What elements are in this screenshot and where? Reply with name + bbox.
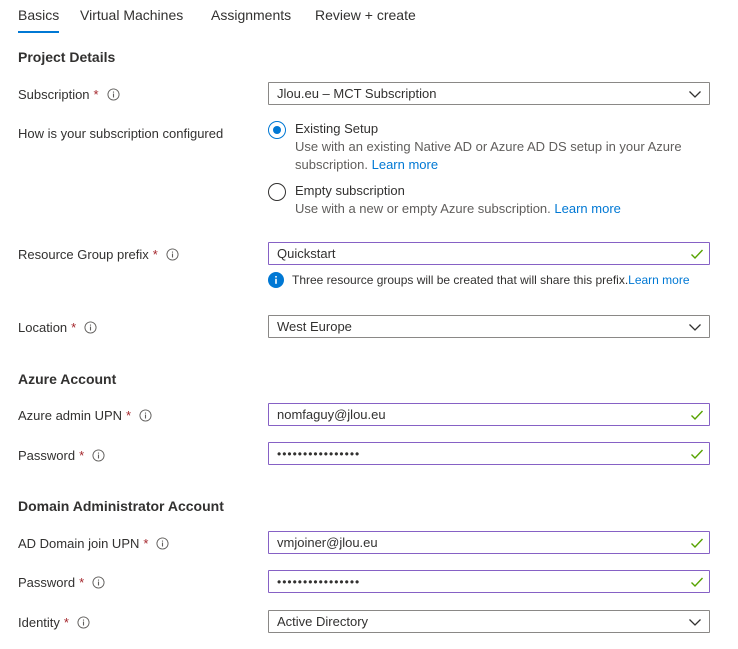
subscription-config-label-text: How is your subscription configured bbox=[18, 125, 224, 141]
subscription-label: Subscription * bbox=[18, 85, 120, 103]
rg-prefix-label-text: Resource Group prefix bbox=[18, 246, 149, 262]
wizard-tabs: Basics Virtual Machines Assignments Revi… bbox=[18, 0, 718, 34]
tab-basics[interactable]: Basics bbox=[18, 7, 60, 33]
radio-empty-desc-text: Use with a new or empty Azure subscripti… bbox=[295, 201, 551, 216]
azure-account-heading: Azure Account bbox=[18, 371, 117, 387]
chevron-down-icon bbox=[689, 618, 701, 626]
ad-domain-join-upn-label-text: AD Domain join UPN bbox=[18, 535, 140, 551]
info-icon[interactable] bbox=[92, 575, 105, 589]
subscription-config-label: How is your subscription configured bbox=[18, 124, 223, 142]
radio-empty-subscription[interactable]: Empty subscription Use with a new or emp… bbox=[268, 182, 695, 218]
tab-virtual-machines[interactable]: Virtual Machines bbox=[80, 7, 183, 23]
radio-empty-description: Use with a new or empty Azure subscripti… bbox=[295, 200, 695, 218]
radio-existing-setup[interactable]: Existing Setup Use with an existing Nati… bbox=[268, 120, 695, 174]
required-marker: * bbox=[143, 535, 149, 551]
checkmark-icon bbox=[691, 577, 704, 587]
subscription-value: Jlou.eu – MCT Subscription bbox=[277, 86, 437, 101]
rg-prefix-info-note: Three resource groups will be created th… bbox=[268, 272, 690, 288]
azure-password-input[interactable]: •••••••••••••••• bbox=[268, 442, 710, 465]
required-marker: * bbox=[93, 86, 99, 102]
identity-label-text: Identity bbox=[18, 614, 60, 630]
azure-admin-upn-value: nomfaguy@jlou.eu bbox=[277, 407, 386, 422]
learn-more-link[interactable]: Learn more bbox=[372, 157, 438, 172]
ad-domain-join-upn-input[interactable]: vmjoiner@jlou.eu bbox=[268, 531, 710, 554]
azure-admin-upn-label-text: Azure admin UPN bbox=[18, 407, 123, 423]
info-icon[interactable] bbox=[77, 615, 90, 629]
tab-assignments[interactable]: Assignments bbox=[211, 7, 291, 23]
project-details-heading: Project Details bbox=[18, 49, 116, 65]
azure-admin-upn-input[interactable]: nomfaguy@jlou.eu bbox=[268, 403, 710, 426]
ad-domain-join-upn-value: vmjoiner@jlou.eu bbox=[277, 535, 378, 550]
required-marker: * bbox=[79, 574, 85, 590]
azure-admin-upn-label: Azure admin UPN * bbox=[18, 406, 152, 424]
subscription-select[interactable]: Jlou.eu – MCT Subscription bbox=[268, 82, 710, 105]
info-icon[interactable] bbox=[84, 320, 97, 334]
azure-password-label-text: Password bbox=[18, 447, 76, 463]
info-icon[interactable] bbox=[92, 448, 105, 462]
radio-empty-label: Empty subscription bbox=[295, 183, 405, 198]
domain-password-value: •••••••••••••••• bbox=[277, 574, 361, 589]
required-marker: * bbox=[71, 319, 77, 335]
azure-password-label: Password * bbox=[18, 446, 105, 464]
chevron-down-icon bbox=[689, 323, 701, 331]
radio-existing-label: Existing Setup bbox=[295, 121, 379, 136]
domain-password-input[interactable]: •••••••••••••••• bbox=[268, 570, 710, 593]
info-icon[interactable] bbox=[156, 536, 169, 550]
learn-more-link[interactable]: Learn more bbox=[628, 273, 689, 287]
learn-more-link[interactable]: Learn more bbox=[554, 201, 620, 216]
checkmark-icon bbox=[691, 249, 704, 259]
checkmark-icon bbox=[691, 449, 704, 459]
radio-existing-desc-text: Use with an existing Native AD or Azure … bbox=[295, 139, 682, 172]
info-filled-icon bbox=[268, 272, 284, 288]
radio-existing-description: Use with an existing Native AD or Azure … bbox=[295, 138, 695, 174]
rg-prefix-input[interactable]: Quickstart bbox=[268, 242, 710, 265]
ad-domain-join-upn-label: AD Domain join UPN * bbox=[18, 534, 169, 552]
azure-password-value: •••••••••••••••• bbox=[277, 446, 361, 461]
info-icon[interactable] bbox=[166, 247, 179, 261]
required-marker: * bbox=[63, 614, 69, 630]
domain-password-label: Password * bbox=[18, 573, 105, 591]
domain-admin-account-heading: Domain Administrator Account bbox=[18, 498, 224, 514]
rg-prefix-note-text: Three resource groups will be created th… bbox=[292, 273, 629, 287]
tab-review-create[interactable]: Review + create bbox=[315, 7, 416, 23]
domain-password-label-text: Password bbox=[18, 574, 76, 590]
identity-select[interactable]: Active Directory bbox=[268, 610, 710, 633]
info-icon[interactable] bbox=[107, 87, 120, 101]
required-marker: * bbox=[152, 246, 158, 262]
info-icon[interactable] bbox=[139, 408, 152, 422]
identity-value: Active Directory bbox=[277, 614, 369, 629]
rg-prefix-value: Quickstart bbox=[277, 246, 336, 261]
subscription-label-text: Subscription bbox=[18, 86, 90, 102]
location-label: Location * bbox=[18, 318, 97, 336]
rg-prefix-label: Resource Group prefix * bbox=[18, 245, 179, 263]
radio-existing-button[interactable] bbox=[268, 121, 286, 139]
checkmark-icon bbox=[691, 410, 704, 420]
radio-empty-button[interactable] bbox=[268, 183, 286, 201]
checkmark-icon bbox=[691, 538, 704, 548]
identity-label: Identity * bbox=[18, 613, 90, 631]
location-value: West Europe bbox=[277, 319, 352, 334]
chevron-down-icon bbox=[689, 90, 701, 98]
location-select[interactable]: West Europe bbox=[268, 315, 710, 338]
required-marker: * bbox=[126, 407, 132, 423]
location-label-text: Location bbox=[18, 319, 68, 335]
required-marker: * bbox=[79, 447, 85, 463]
